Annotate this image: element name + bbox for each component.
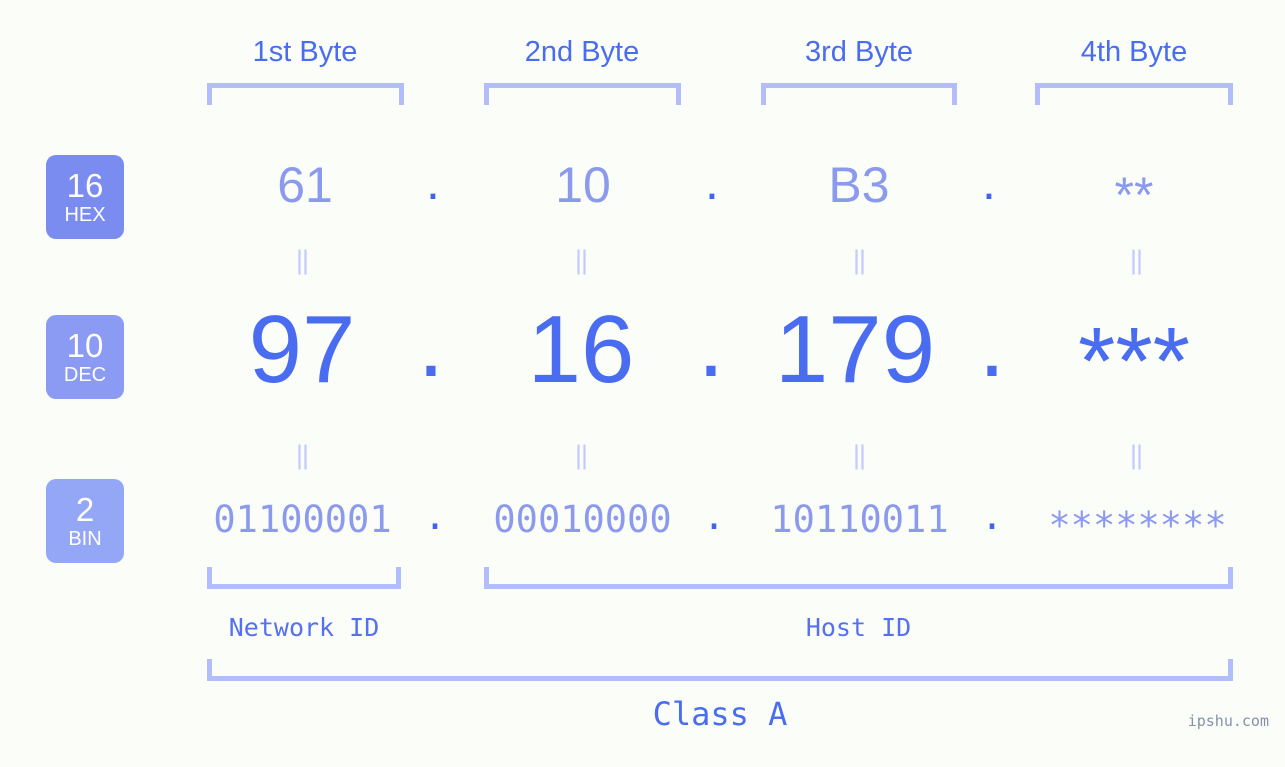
byte-bracket-top-3 bbox=[761, 83, 957, 105]
base-badge-dec: 10 DEC bbox=[46, 315, 124, 399]
hex-separator-3: . bbox=[982, 154, 996, 210]
network-id-label: Network ID bbox=[228, 613, 380, 642]
bin-separator-3: . bbox=[980, 495, 1004, 538]
dec-byte-3: 179 bbox=[774, 296, 936, 403]
base-badge-dec-name: DEC bbox=[63, 364, 107, 386]
byte-header-2: 2nd Byte bbox=[524, 36, 640, 68]
base-badge-hex: 16 HEX bbox=[46, 155, 124, 239]
watermark: ipshu.com bbox=[1187, 712, 1269, 730]
base-badge-bin-number: 2 bbox=[75, 491, 95, 528]
hex-separator-2: . bbox=[705, 154, 719, 210]
hex-byte-4: ** bbox=[1114, 167, 1154, 223]
base-badge-hex-name: HEX bbox=[64, 204, 106, 226]
byte-bracket-top-2 bbox=[484, 83, 681, 105]
equals-mark-hex-dec-1: || bbox=[295, 245, 309, 275]
ip-address-diagram: 1st Byte 2nd Byte 3rd Byte 4th Byte 16 H… bbox=[0, 0, 1285, 767]
bin-byte-3: 10110011 bbox=[770, 498, 949, 541]
equals-mark-hex-dec-2: || bbox=[574, 245, 588, 275]
base-badge-bin: 2 BIN bbox=[46, 479, 124, 563]
network-id-bracket bbox=[207, 567, 401, 589]
equals-mark-dec-bin-4: || bbox=[1129, 440, 1143, 470]
byte-bracket-top-4 bbox=[1035, 83, 1233, 105]
equals-mark-hex-dec-3: || bbox=[852, 245, 866, 275]
hex-byte-1: 61 bbox=[277, 157, 333, 213]
hex-byte-3: B3 bbox=[828, 157, 890, 213]
base-badge-bin-name: BIN bbox=[68, 528, 102, 550]
dec-separator-1: . bbox=[417, 290, 445, 397]
byte-header-1: 1st Byte bbox=[252, 36, 358, 68]
equals-mark-dec-bin-3: || bbox=[852, 440, 866, 470]
bin-byte-1: 01100001 bbox=[213, 498, 392, 541]
dec-byte-2: 16 bbox=[527, 296, 635, 403]
byte-header-4: 4th Byte bbox=[1080, 36, 1188, 68]
dec-separator-3: . bbox=[978, 290, 1006, 397]
bin-separator-1: . bbox=[423, 495, 447, 538]
bin-separator-2: . bbox=[702, 495, 726, 538]
equals-mark-dec-bin-1: || bbox=[295, 440, 309, 470]
dec-byte-1: 97 bbox=[248, 296, 356, 403]
dec-byte-4: *** bbox=[1077, 308, 1191, 415]
class-label: Class A bbox=[652, 695, 788, 733]
equals-mark-dec-bin-2: || bbox=[574, 440, 588, 470]
hex-byte-2: 10 bbox=[555, 157, 611, 213]
hex-separator-1: . bbox=[426, 154, 440, 210]
host-id-label: Host ID bbox=[805, 613, 912, 642]
bin-byte-2: 00010000 bbox=[493, 498, 672, 541]
dec-separator-2: . bbox=[697, 290, 725, 397]
base-badge-hex-number: 16 bbox=[66, 167, 104, 204]
bin-byte-4: ******** bbox=[1048, 504, 1227, 547]
class-bracket bbox=[207, 659, 1233, 681]
host-id-bracket bbox=[484, 567, 1233, 589]
base-badge-dec-number: 10 bbox=[66, 327, 104, 364]
byte-bracket-top-1 bbox=[207, 83, 404, 105]
equals-mark-hex-dec-4: || bbox=[1129, 245, 1143, 275]
byte-header-3: 3rd Byte bbox=[805, 36, 913, 68]
